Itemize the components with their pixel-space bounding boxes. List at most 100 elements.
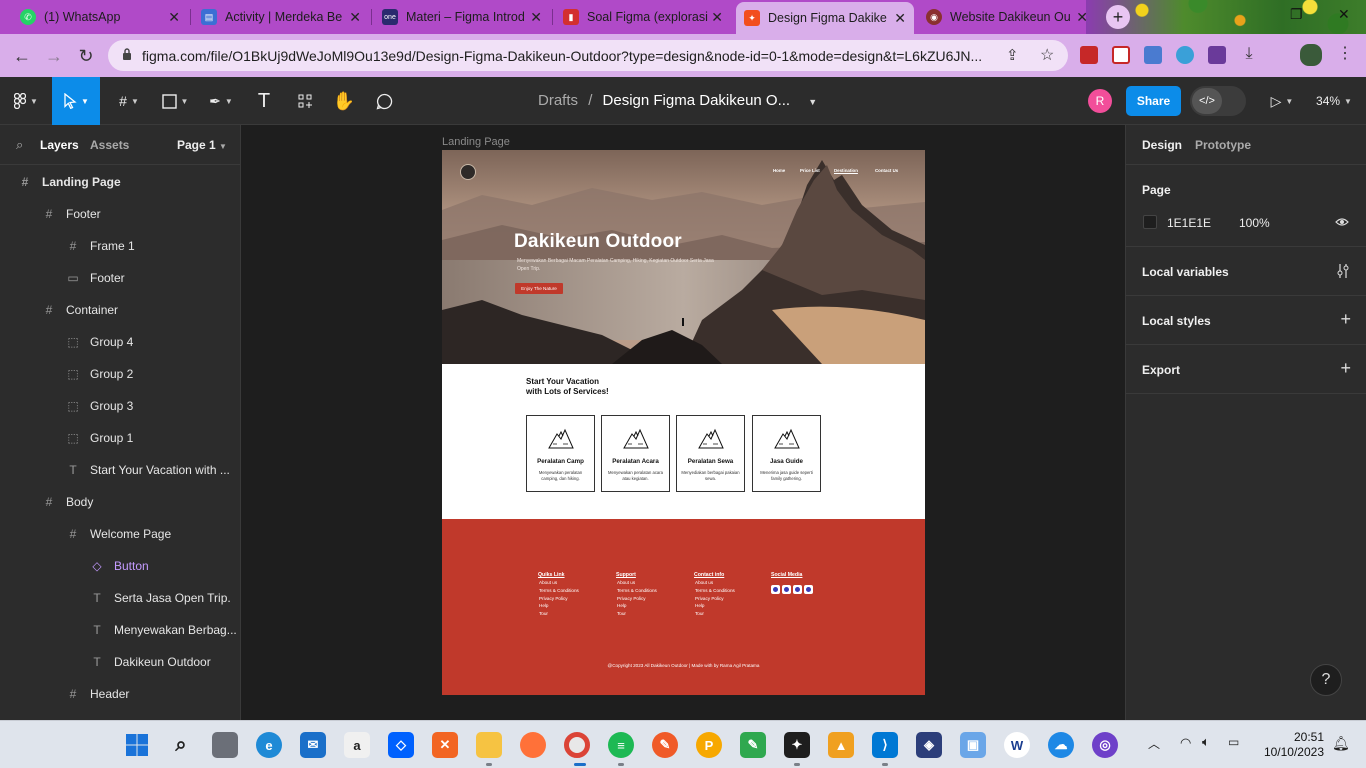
design-canvas[interactable]: Landing Page Home Price List Destination… — [241, 125, 1125, 720]
shape-tool-icon[interactable]: ▼ — [156, 77, 194, 125]
service-card-sewa[interactable]: Peralatan Sewa Menyediakan berbagai paka… — [676, 415, 745, 492]
chevron-up-icon[interactable]: ︿ — [1148, 735, 1160, 752]
footer-link[interactable]: About us — [695, 579, 764, 587]
extensions-puzzle-icon[interactable] — [1208, 46, 1226, 64]
instagram-icon[interactable] — [782, 585, 791, 594]
frame-tool-icon[interactable]: # ▼ — [110, 77, 148, 125]
edge-icon[interactable]: e — [256, 732, 282, 758]
layer-row[interactable]: # Footer — [0, 198, 240, 230]
wifi-icon[interactable]: ◠ — [1180, 735, 1191, 751]
frame-label[interactable]: Landing Page — [442, 136, 510, 148]
new-tab-button[interactable]: + — [1106, 5, 1130, 29]
layer-row[interactable]: # Landing Page — [0, 166, 240, 198]
local-styles-label[interactable]: Local styles — [1142, 314, 1211, 328]
layer-row[interactable]: ▭ Footer — [0, 262, 240, 294]
layer-row[interactable]: ⬚ Group 2 — [0, 358, 240, 390]
forward-icon[interactable]: → — [40, 42, 68, 70]
close-tab-icon[interactable]: ✕ — [894, 10, 906, 27]
page-footer[interactable]: Quiks Link About us Terms & Conditions P… — [442, 519, 925, 695]
battery-icon[interactable]: ▭ — [1228, 735, 1239, 749]
chevron-down-icon[interactable]: ▼ — [808, 97, 817, 107]
footer-link[interactable]: Privacy Policy — [539, 595, 608, 603]
firefox-icon[interactable] — [520, 732, 546, 758]
close-tab-icon[interactable]: ✕ — [168, 9, 180, 26]
amazon-icon[interactable]: a — [344, 732, 370, 758]
pcloud-icon[interactable]: P — [696, 732, 722, 758]
layer-row[interactable]: ⬚ Group 3 — [0, 390, 240, 422]
download-icon[interactable]: ⤓ — [1240, 46, 1258, 64]
brand-logo[interactable] — [460, 164, 476, 180]
xampp-icon[interactable]: ✕ — [432, 732, 458, 758]
local-variables-label[interactable]: Local variables — [1142, 265, 1229, 279]
layer-row[interactable]: ⬚ Group 1 — [0, 422, 240, 454]
footer-column-contact-info[interactable]: Contact info About us Terms & Conditions… — [694, 572, 764, 618]
mail-icon[interactable]: ✉ — [300, 732, 326, 758]
page-color-swatch[interactable] — [1143, 215, 1157, 229]
tab-prototype[interactable]: Prototype — [1195, 138, 1251, 152]
postman-icon[interactable]: ✎ — [652, 732, 678, 758]
variables-settings-icon[interactable] — [1336, 263, 1350, 279]
close-window-icon[interactable]: ✕ — [1338, 6, 1350, 23]
layer-row[interactable]: T Menyewakan Berbag... — [0, 614, 240, 646]
footer-column-quick-links[interactable]: Quiks Link About us Terms & Conditions P… — [538, 572, 608, 618]
chrome-icon[interactable] — [564, 732, 590, 758]
close-tab-icon[interactable]: ✕ — [711, 9, 723, 26]
tab-website-dakikeun[interactable]: ◉ Website Dakikeun Ou ✕ — [918, 2, 1096, 32]
breadcrumb-drafts[interactable]: Drafts — [538, 92, 578, 109]
page-opacity[interactable]: 100% — [1239, 216, 1270, 230]
text-tool-icon[interactable]: T — [250, 77, 278, 125]
windows-start-icon[interactable] — [124, 732, 150, 758]
copyright-text[interactable]: @Copyright 2023 All Dakikeun Outdoor | M… — [442, 663, 925, 668]
hand-tool-icon[interactable]: ✋ — [330, 77, 358, 125]
footer-link[interactable]: Privacy Policy — [617, 595, 686, 603]
layer-row[interactable]: # Body — [0, 486, 240, 518]
footer-link[interactable]: Tour — [695, 610, 764, 618]
layer-row[interactable]: # Container — [0, 294, 240, 326]
box-3d-icon[interactable]: ▣ — [960, 732, 986, 758]
present-play-icon[interactable]: ▷ ▼ — [1264, 77, 1300, 125]
visibility-eye-icon[interactable] — [1335, 217, 1349, 227]
back-icon[interactable]: ← — [8, 42, 36, 70]
layer-row[interactable]: # Frame 1 — [0, 230, 240, 262]
move-tool-icon[interactable]: ▼ — [52, 77, 100, 125]
hero-title[interactable]: Dakikeun Outdoor — [514, 231, 682, 253]
extension-pen-icon[interactable] — [1176, 46, 1194, 64]
file-name[interactable]: Design Figma Dakikeun O... — [603, 92, 791, 109]
footer-link[interactable]: Terms & Conditions — [617, 587, 686, 595]
close-tab-icon[interactable]: ✕ — [530, 9, 542, 26]
footer-link[interactable]: Terms & Conditions — [539, 587, 608, 595]
layer-row[interactable]: ◇ Button — [0, 550, 240, 582]
footer-link[interactable]: Terms & Conditions — [695, 587, 764, 595]
hero-subtitle[interactable]: Menyewakan Berbagai Macam Peralatan Camp… — [517, 257, 717, 273]
extension-shield-icon[interactable] — [1080, 46, 1098, 64]
layer-row[interactable]: T Serta Jasa Open Trip. — [0, 582, 240, 614]
landing-page-frame[interactable]: Home Price List Destination Contact Us D… — [442, 150, 925, 695]
extension-mail-icon[interactable] — [1112, 46, 1130, 64]
footer-link[interactable]: Help — [695, 602, 764, 610]
share-page-icon[interactable]: ⇪ — [1006, 46, 1019, 64]
comment-tool-icon[interactable] — [370, 77, 398, 125]
footer-column-social-media[interactable]: Social Media — [771, 572, 841, 599]
service-card-guide[interactable]: Jasa Guide Menerima jasa guide seperti f… — [752, 415, 821, 492]
word-app-icon[interactable]: W — [1004, 732, 1030, 758]
nav-destination[interactable]: Destination — [834, 168, 858, 173]
layer-row[interactable]: # Header — [0, 678, 240, 710]
tab-layers[interactable]: Layers — [40, 138, 79, 152]
add-export-plus-icon[interactable]: + — [1340, 358, 1351, 379]
spotify-icon[interactable]: ≡ — [608, 732, 634, 758]
footer-column-support[interactable]: Support About us Terms & Conditions Priv… — [616, 572, 686, 618]
pen-tool-icon[interactable]: ✒ ▼ — [202, 77, 240, 125]
figma-taskbar-icon[interactable]: ✦ — [784, 732, 810, 758]
vscode-icon[interactable]: ⟩ — [872, 732, 898, 758]
sublime-icon[interactable]: ▲ — [828, 732, 854, 758]
notification-bell-icon[interactable]: 🔔︎ — [1332, 735, 1350, 752]
tab-soal-figma[interactable]: ▮ Soal Figma (explorasi ✕ — [555, 2, 731, 32]
volume-icon[interactable]: 🔈︎ — [1202, 734, 1210, 750]
file-explorer-icon[interactable] — [476, 732, 502, 758]
nav-contact-us[interactable]: Contact Us — [875, 168, 898, 173]
tab-design-figma-active[interactable]: ✦ Design Figma Dakike ✕ — [736, 2, 914, 34]
tab-design[interactable]: Design — [1142, 138, 1182, 152]
cloud-app-icon[interactable]: ☁ — [1048, 732, 1074, 758]
github-desktop-icon[interactable]: ◎ — [1092, 732, 1118, 758]
footer-link[interactable]: Privacy Policy — [695, 595, 764, 603]
